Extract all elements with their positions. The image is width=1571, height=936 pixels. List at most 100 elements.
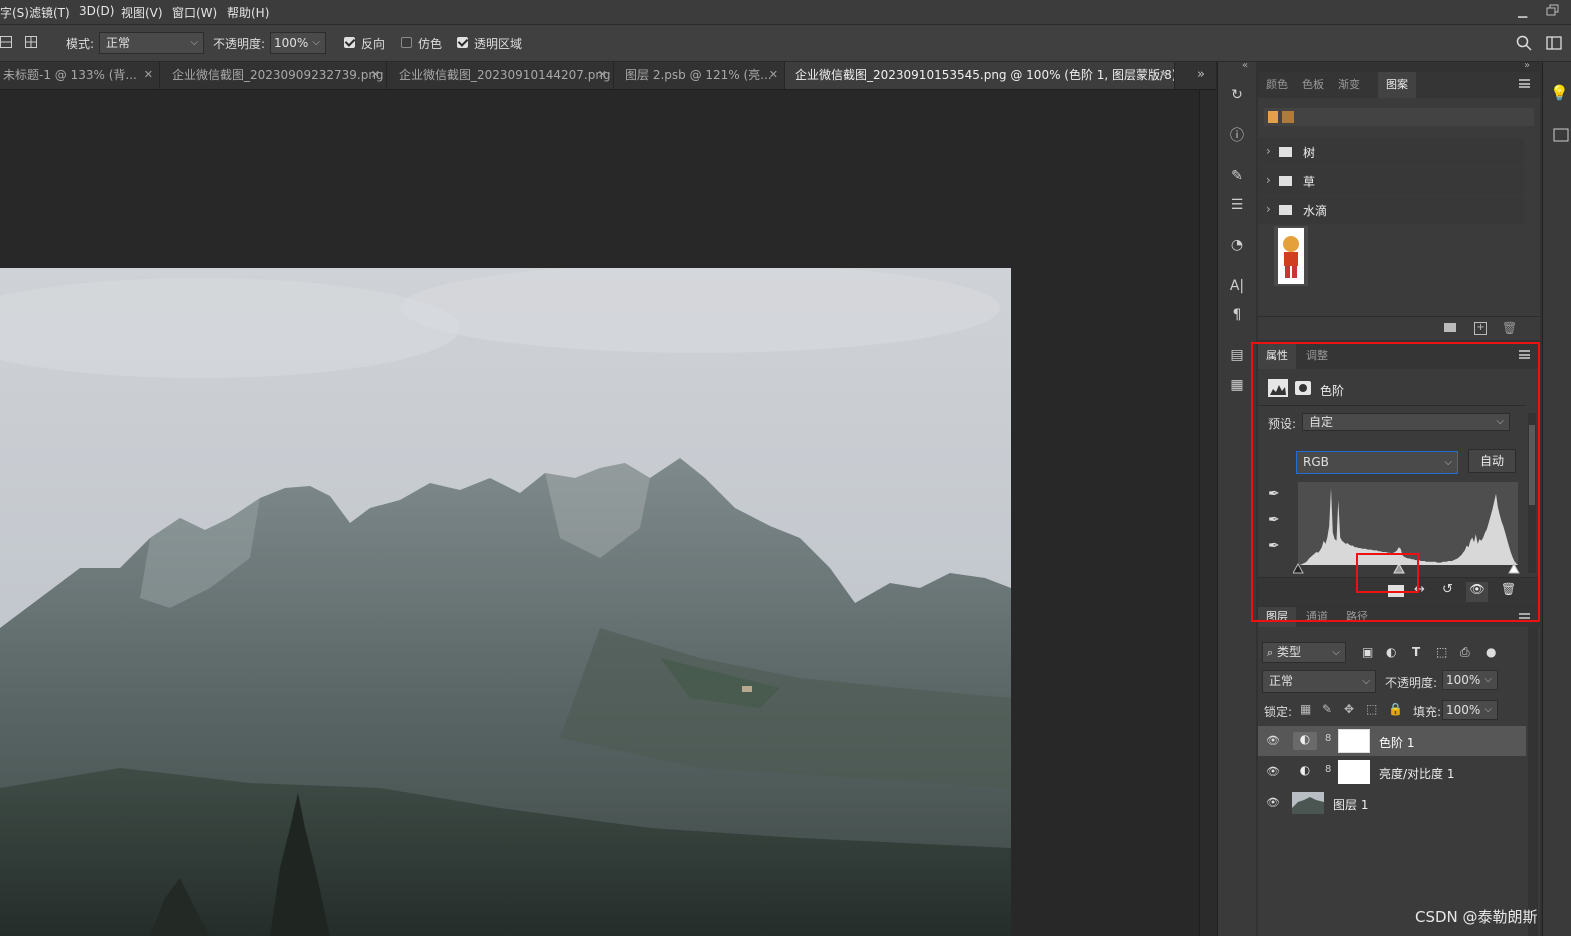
document-image[interactable] (0, 268, 1011, 936)
tab-swatches[interactable]: 色板 (1294, 72, 1332, 98)
close-icon[interactable]: ✕ (371, 62, 380, 88)
reverse-label: 反向 (361, 37, 386, 51)
new-pattern-icon[interactable]: + (1474, 322, 1487, 335)
opacity-input[interactable]: 100% ⌵ (270, 32, 326, 54)
close-icon[interactable]: ✕ (769, 62, 778, 88)
opacity-value: 100% (274, 36, 309, 50)
adjustment-filter-icon[interactable]: ◐ (1386, 645, 1396, 659)
panel-menu-icon[interactable] (1519, 79, 1530, 88)
layer-row-image[interactable]: 👁 图层 1 (1258, 788, 1526, 818)
tab-patterns[interactable]: 图案 (1378, 72, 1416, 98)
menu-3d[interactable]: 3D(D) (79, 4, 114, 18)
minimize-icon[interactable]: ▁ (1518, 5, 1532, 18)
close-icon[interactable]: ✕ (598, 62, 607, 88)
new-group-icon[interactable] (1444, 323, 1456, 332)
pattern-swatch[interactable] (1282, 111, 1294, 123)
group-label: 树 (1303, 146, 1316, 160)
paragraph-icon[interactable]: ¶ (1226, 305, 1248, 325)
lightbulb-icon[interactable]: 💡 (1550, 84, 1569, 104)
link-icon[interactable]: 8 (1325, 733, 1331, 744)
menu-window[interactable]: 窗口(W) (172, 4, 217, 21)
image-filter-icon[interactable]: ▣ (1362, 645, 1373, 659)
tab-untitled[interactable]: 未标题-1 @ 133% (背... ✕ (0, 62, 160, 89)
chevron-down-icon: ⌵ (1484, 704, 1492, 715)
layer-mask-thumbnail[interactable] (1338, 760, 1370, 784)
type-filter-icon[interactable]: T (1412, 645, 1420, 659)
adjustment-layer-icon: ◐ (1299, 763, 1311, 777)
chevron-right-icon: › (1266, 202, 1271, 216)
recent-patterns (1264, 108, 1534, 126)
layer-filter-select[interactable]: ⌕ 类型 ⌵ (1262, 642, 1346, 663)
reverse-checkbox[interactable] (344, 35, 355, 49)
menu-select[interactable]: 字(S) (0, 4, 29, 21)
gradient-linear-icon[interactable] (0, 36, 12, 48)
layer-row-levels[interactable]: 👁 ◐ 8 色阶 1 (1258, 726, 1526, 756)
lock-all-icon[interactable]: 🔒 (1388, 702, 1403, 716)
pattern-group-water[interactable]: › 水滴 (1258, 196, 1524, 224)
menu-filter[interactable]: 滤镜(T) (29, 4, 70, 21)
mode-value: 正常 (106, 36, 131, 50)
restore-icon[interactable] (1546, 4, 1560, 18)
pattern-group-grass[interactable]: › 草 (1258, 167, 1524, 195)
dither-label: 仿色 (418, 37, 443, 51)
layer-mask-thumbnail[interactable] (1338, 729, 1370, 753)
gradient-radial-icon[interactable] (25, 36, 37, 48)
shape-filter-icon[interactable]: ⬚ (1436, 645, 1447, 659)
layers-scrollbar[interactable] (1528, 627, 1538, 936)
glyphs-icon[interactable]: ▤ (1226, 345, 1248, 365)
tab-screenshot-0910[interactable]: 企业微信截图_20230910144207.png ✕ (387, 62, 614, 89)
layer-thumbnail[interactable] (1292, 792, 1324, 814)
character-icon[interactable]: A| (1226, 276, 1248, 296)
lock-pixels-icon[interactable]: ✎ (1322, 702, 1332, 716)
tab-color[interactable]: 颜色 (1258, 72, 1296, 98)
chevron-down-icon[interactable]: ⌵ (312, 33, 320, 53)
blend-mode-select[interactable]: 正常 ⌵ (1262, 670, 1376, 693)
trash-icon[interactable]: 🗑 (1502, 321, 1517, 335)
lock-artboard-icon[interactable]: ⬚ (1366, 702, 1377, 716)
canvas-scrollbar[interactable] (1199, 90, 1217, 936)
patterns-footer: + 🗑 (1258, 316, 1540, 341)
learn-icon[interactable] (1553, 128, 1569, 142)
notes-icon[interactable]: ▦ (1226, 375, 1248, 395)
expand-icon[interactable]: » (1524, 60, 1530, 71)
link-icon[interactable]: 8 (1325, 764, 1331, 775)
filter-toggle-icon[interactable]: ● (1486, 645, 1496, 659)
shapes-icon[interactable]: ◔ (1226, 235, 1248, 255)
tab-active-document[interactable]: 企业微信截图_20230910153545.png @ 100% (色阶 1, … (785, 62, 1175, 89)
collapse-icon[interactable]: « (1242, 60, 1248, 71)
info-icon[interactable]: ⓘ (1226, 126, 1248, 146)
document-tabs: 未标题-1 @ 133% (背... ✕ 企业微信截图_2023090923273… (0, 62, 1216, 90)
history-icon[interactable]: ↻ (1226, 85, 1248, 105)
eye-icon[interactable]: 👁 (1266, 796, 1280, 809)
transparency-label: 透明区域 (474, 37, 523, 51)
layer-opacity-input[interactable]: 100% ⌵ (1442, 670, 1498, 690)
fill-input[interactable]: 100% ⌵ (1442, 700, 1498, 720)
pattern-group-tree[interactable]: › 树 (1258, 138, 1524, 166)
more-tabs-icon[interactable]: » (1197, 67, 1205, 82)
close-icon[interactable]: ✕ (144, 62, 153, 88)
lock-transparent-icon[interactable]: ▦ (1300, 702, 1311, 716)
close-icon[interactable]: ✕ (1159, 62, 1168, 88)
brush-icon[interactable]: ✎ (1226, 166, 1248, 186)
eye-icon[interactable]: 👁 (1266, 734, 1280, 747)
tab-gradients[interactable]: 渐变 (1330, 72, 1368, 98)
search-icon[interactable] (1516, 35, 1532, 51)
adjustments-icon[interactable]: ☰ (1226, 195, 1248, 215)
pattern-thumbnail[interactable] (1274, 226, 1308, 286)
workspace-icon[interactable] (1546, 35, 1562, 51)
tab-screenshot-0909[interactable]: 企业微信截图_20230909232739.png ✕ (160, 62, 387, 89)
mode-select[interactable]: 正常 ⌵ (99, 32, 204, 54)
layer-row-brightness[interactable]: 👁 ◐ 8 亮度/对比度 1 (1258, 757, 1526, 787)
eye-icon[interactable]: 👁 (1266, 765, 1280, 778)
menu-help[interactable]: 帮助(H) (227, 4, 269, 21)
fill-label: 填充: (1413, 705, 1442, 719)
pattern-swatch[interactable] (1268, 111, 1278, 123)
menu-view[interactable]: 视图(V) (121, 4, 163, 21)
lock-position-icon[interactable]: ✥ (1344, 702, 1354, 716)
tab-layer2-psb[interactable]: 图层 2.psb @ 121% (亮... ✕ (614, 62, 785, 89)
smart-object-filter-icon[interactable]: ⎙ (1460, 645, 1470, 660)
chevron-right-icon: › (1266, 173, 1271, 187)
dither-checkbox[interactable] (401, 35, 412, 49)
transparency-checkbox[interactable] (457, 35, 468, 49)
lock-icons: ▦ ✎ ✥ ⬚ 🔒 (1300, 702, 1405, 718)
